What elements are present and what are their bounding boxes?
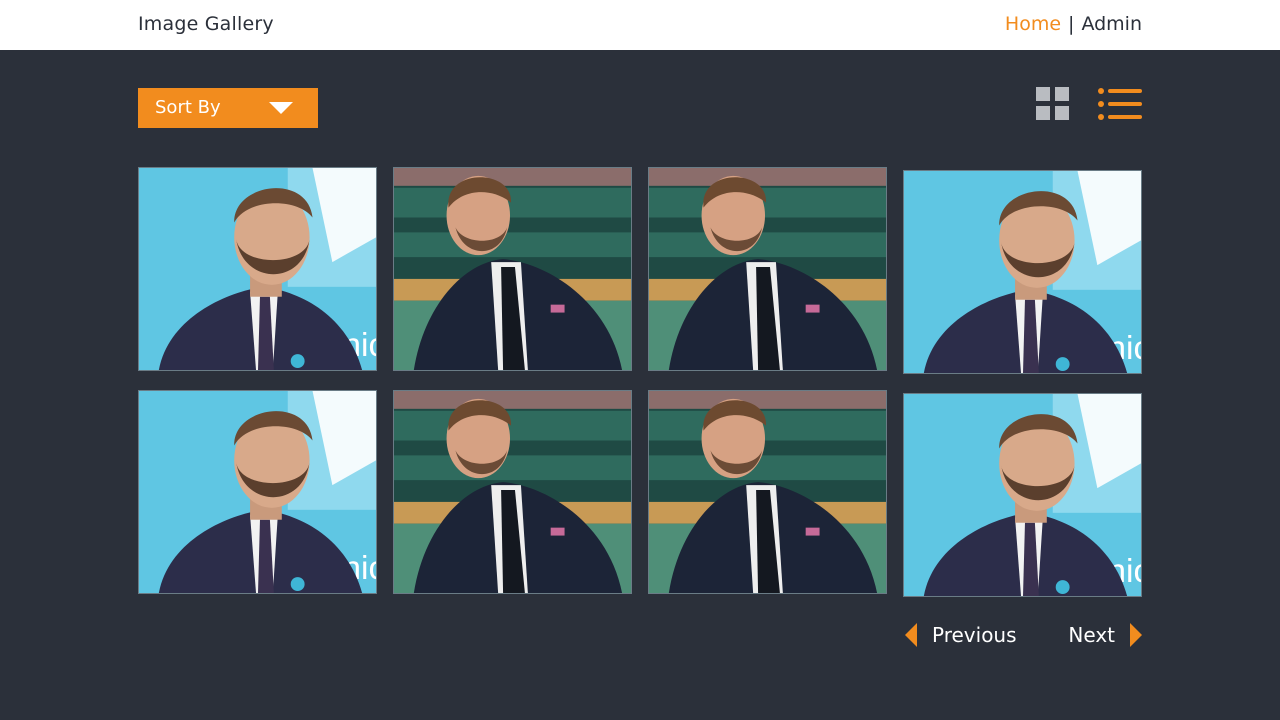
top-bar: Image Gallery Home | Admin (0, 0, 1280, 50)
grid-icon-cell (1055, 87, 1069, 101)
sort-by-label: Sort By (155, 97, 221, 118)
list-icon (1098, 88, 1104, 94)
gallery-thumbnail[interactable]: nic (903, 393, 1142, 597)
gallery-thumbnail[interactable] (648, 390, 887, 594)
arrow-left-icon (905, 623, 917, 647)
gallery-thumbnail[interactable] (648, 167, 887, 371)
sort-by-dropdown[interactable]: Sort By (138, 88, 318, 128)
nav-separator: | (1068, 13, 1075, 35)
list-icon-dot (1098, 101, 1104, 107)
grid-icon-cell (1055, 106, 1069, 120)
chevron-down-icon (269, 102, 293, 114)
top-nav: Home | Admin (1005, 13, 1142, 35)
grid-icon (1036, 87, 1050, 101)
portrait-photo-icon: nic (904, 171, 1141, 373)
gallery-thumbnail[interactable]: nic (138, 167, 377, 371)
portrait-photo-icon (649, 391, 886, 593)
previous-page-button[interactable]: Previous (905, 620, 1017, 650)
portrait-photo-icon: nic (139, 168, 376, 370)
list-icon-dot (1098, 114, 1104, 120)
list-icon-line (1108, 115, 1142, 119)
gallery-thumbnail[interactable]: nic (138, 390, 377, 594)
portrait-photo-icon: nic (904, 394, 1141, 596)
grid-view-button[interactable] (1036, 87, 1070, 121)
portrait-photo-icon: nic (139, 391, 376, 593)
gallery-thumbnail[interactable]: nic (903, 170, 1142, 374)
grid-icon-cell (1036, 106, 1050, 120)
portrait-photo-icon (394, 391, 631, 593)
portrait-photo-icon (649, 168, 886, 370)
arrow-right-icon (1130, 623, 1142, 647)
list-view-button[interactable] (1098, 87, 1142, 121)
app-title: Image Gallery (138, 13, 274, 35)
gallery-thumbnail[interactable] (393, 390, 632, 594)
previous-label: Previous (932, 623, 1017, 647)
list-icon-line (1108, 102, 1142, 106)
next-label: Next (1068, 623, 1115, 647)
nav-admin-link[interactable]: Admin (1081, 13, 1142, 35)
next-page-button[interactable]: Next (1068, 620, 1142, 650)
portrait-photo-icon (394, 168, 631, 370)
list-icon-line (1108, 89, 1142, 93)
nav-home-link[interactable]: Home (1005, 13, 1061, 35)
gallery-thumbnail[interactable] (393, 167, 632, 371)
